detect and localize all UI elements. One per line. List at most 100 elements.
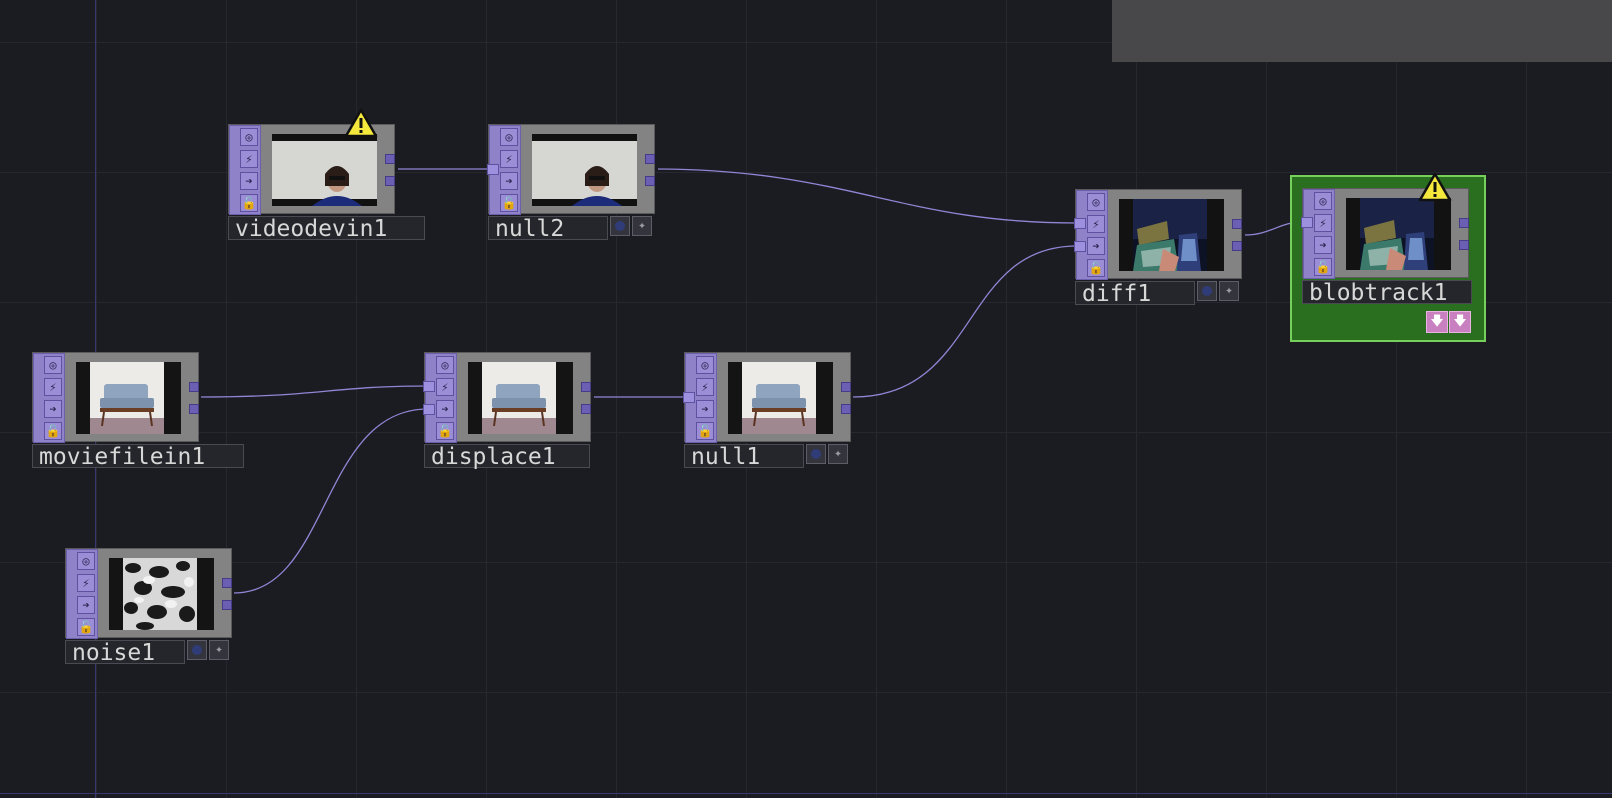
output-connector[interactable]: [1232, 241, 1242, 251]
input-connector[interactable]: [1301, 217, 1313, 228]
node-flags-strip: ◎ ⚡ ➔ 🔓: [425, 353, 457, 443]
render-toggle-icon[interactable]: ✦: [209, 640, 229, 660]
info-down-arrow-icon[interactable]: 🡇: [1449, 311, 1471, 333]
cook-flag-icon[interactable]: ⚡: [696, 378, 714, 396]
export-flag-icon[interactable]: ➔: [1314, 236, 1332, 254]
node-toggles: 🡇 🡇: [1426, 311, 1472, 333]
output-connector[interactable]: [645, 176, 655, 186]
lock-flag-icon[interactable]: 🔓: [1087, 259, 1105, 277]
warning-icon[interactable]: [1418, 172, 1452, 202]
render-toggle-icon[interactable]: ✦: [632, 216, 652, 236]
lock-flag-icon[interactable]: 🔓: [240, 194, 258, 212]
node-body[interactable]: ◎ ⚡ ➔ 🔓: [683, 352, 851, 443]
export-flag-icon[interactable]: ➔: [696, 400, 714, 418]
wire-null1-diff1: [852, 245, 1078, 398]
cook-flag-icon[interactable]: ⚡: [1314, 214, 1332, 232]
output-connector[interactable]: [581, 404, 591, 414]
input-connector[interactable]: [1074, 241, 1086, 252]
viewer-flag-icon[interactable]: ◎: [44, 356, 62, 374]
output-connector[interactable]: [841, 404, 851, 414]
render-toggle-icon[interactable]: ✦: [828, 444, 848, 464]
lock-flag-icon[interactable]: 🔓: [1314, 258, 1332, 276]
node-preview-blobtrack: [1346, 198, 1451, 270]
info-down-arrow-icon[interactable]: 🡇: [1426, 311, 1448, 333]
node-flags-strip: ◎ ⚡ ➔ 🔓: [33, 353, 65, 443]
display-toggle-icon[interactable]: [610, 216, 630, 236]
node-preview-chair: [728, 362, 833, 434]
input-connector[interactable]: [487, 164, 499, 175]
output-connector[interactable]: [581, 382, 591, 392]
output-connector[interactable]: [222, 600, 232, 610]
node-label[interactable]: blobtrack1: [1302, 280, 1472, 305]
cook-flag-icon[interactable]: ⚡: [1087, 215, 1105, 233]
input-connector[interactable]: [683, 392, 695, 403]
display-toggle-icon[interactable]: [806, 444, 826, 464]
display-toggle-icon[interactable]: [1197, 281, 1217, 301]
input-connector[interactable]: [423, 381, 435, 392]
display-toggle-icon[interactable]: [187, 640, 207, 660]
viewer-flag-icon[interactable]: ◎: [77, 552, 95, 570]
warning-icon[interactable]: [344, 108, 378, 138]
node-flags-strip: ◎ ⚡ ➔ 🔓: [229, 125, 261, 215]
output-connector[interactable]: [189, 404, 199, 414]
node-preview-webcam: [532, 134, 637, 206]
node-preview-chair: [468, 362, 573, 434]
output-connector[interactable]: [1459, 240, 1469, 250]
node-body[interactable]: ◎ ⚡ ➔ 🔓: [487, 124, 655, 215]
export-flag-icon[interactable]: ➔: [1087, 237, 1105, 255]
node-label[interactable]: videodevin1: [228, 216, 425, 241]
node-preview-webcam: [272, 134, 377, 206]
output-connector[interactable]: [222, 578, 232, 588]
viewer-flag-icon[interactable]: ◎: [500, 128, 518, 146]
cook-flag-icon[interactable]: ⚡: [436, 378, 454, 396]
input-connector[interactable]: [1074, 218, 1086, 229]
export-flag-icon[interactable]: ➔: [500, 172, 518, 190]
node-label[interactable]: displace1: [424, 444, 590, 469]
node-body[interactable]: ◎ ⚡ ➔ 🔓: [32, 352, 199, 443]
node-preview-noise: [109, 558, 214, 630]
node-toggles: ✦: [187, 640, 231, 662]
node-label[interactable]: null1: [684, 444, 804, 469]
lock-flag-icon[interactable]: 🔓: [500, 194, 518, 212]
output-connector[interactable]: [385, 176, 395, 186]
node-body[interactable]: ◎ ⚡ ➔ 🔓: [65, 548, 232, 639]
lock-flag-icon[interactable]: 🔓: [696, 422, 714, 440]
viewer-flag-icon[interactable]: ◎: [1087, 193, 1105, 211]
wire-noise1-displace1: [233, 408, 429, 594]
node-preview-chair: [76, 362, 181, 434]
node-label[interactable]: noise1: [65, 640, 185, 665]
export-flag-icon[interactable]: ➔: [240, 172, 258, 190]
output-connector[interactable]: [1232, 219, 1242, 229]
input-connector[interactable]: [423, 404, 435, 415]
node-flags-strip: ◎ ⚡ ➔ 🔓: [1076, 190, 1108, 280]
viewer-flag-icon[interactable]: ◎: [1314, 192, 1332, 210]
wire-moviefilein1-displace1: [200, 385, 429, 398]
export-flag-icon[interactable]: ➔: [44, 400, 62, 418]
output-connector[interactable]: [1459, 218, 1469, 228]
cook-flag-icon[interactable]: ⚡: [500, 150, 518, 168]
output-connector[interactable]: [841, 382, 851, 392]
node-body[interactable]: ◎ ⚡ ➔ 🔓: [423, 352, 591, 443]
export-flag-icon[interactable]: ➔: [77, 596, 95, 614]
cook-flag-icon[interactable]: ⚡: [44, 378, 62, 396]
render-toggle-icon[interactable]: ✦: [1219, 281, 1239, 301]
viewer-flag-icon[interactable]: ◎: [436, 356, 454, 374]
cook-flag-icon[interactable]: ⚡: [240, 150, 258, 168]
lock-flag-icon[interactable]: 🔓: [436, 422, 454, 440]
network-editor[interactable]: ◎ ⚡ ➔ 🔓 videodevin1 ◎ ⚡ ➔ 🔓 null2 ✦ ◎ ⚡ …: [0, 0, 1612, 798]
node-toggles: ✦: [1197, 281, 1241, 303]
cook-flag-icon[interactable]: ⚡: [77, 574, 95, 592]
node-body[interactable]: ◎ ⚡ ➔ 🔓: [1074, 189, 1242, 280]
lock-flag-icon[interactable]: 🔓: [44, 422, 62, 440]
node-label[interactable]: moviefilein1: [32, 444, 244, 469]
node-flags-strip: ◎ ⚡ ➔ 🔓: [66, 549, 98, 639]
viewer-flag-icon[interactable]: ◎: [696, 356, 714, 374]
export-flag-icon[interactable]: ➔: [436, 400, 454, 418]
lock-flag-icon[interactable]: 🔓: [77, 618, 95, 636]
output-connector[interactable]: [385, 154, 395, 164]
node-label[interactable]: diff1: [1075, 281, 1195, 306]
output-connector[interactable]: [645, 154, 655, 164]
node-label[interactable]: null2: [488, 216, 608, 241]
viewer-flag-icon[interactable]: ◎: [240, 128, 258, 146]
output-connector[interactable]: [189, 382, 199, 392]
